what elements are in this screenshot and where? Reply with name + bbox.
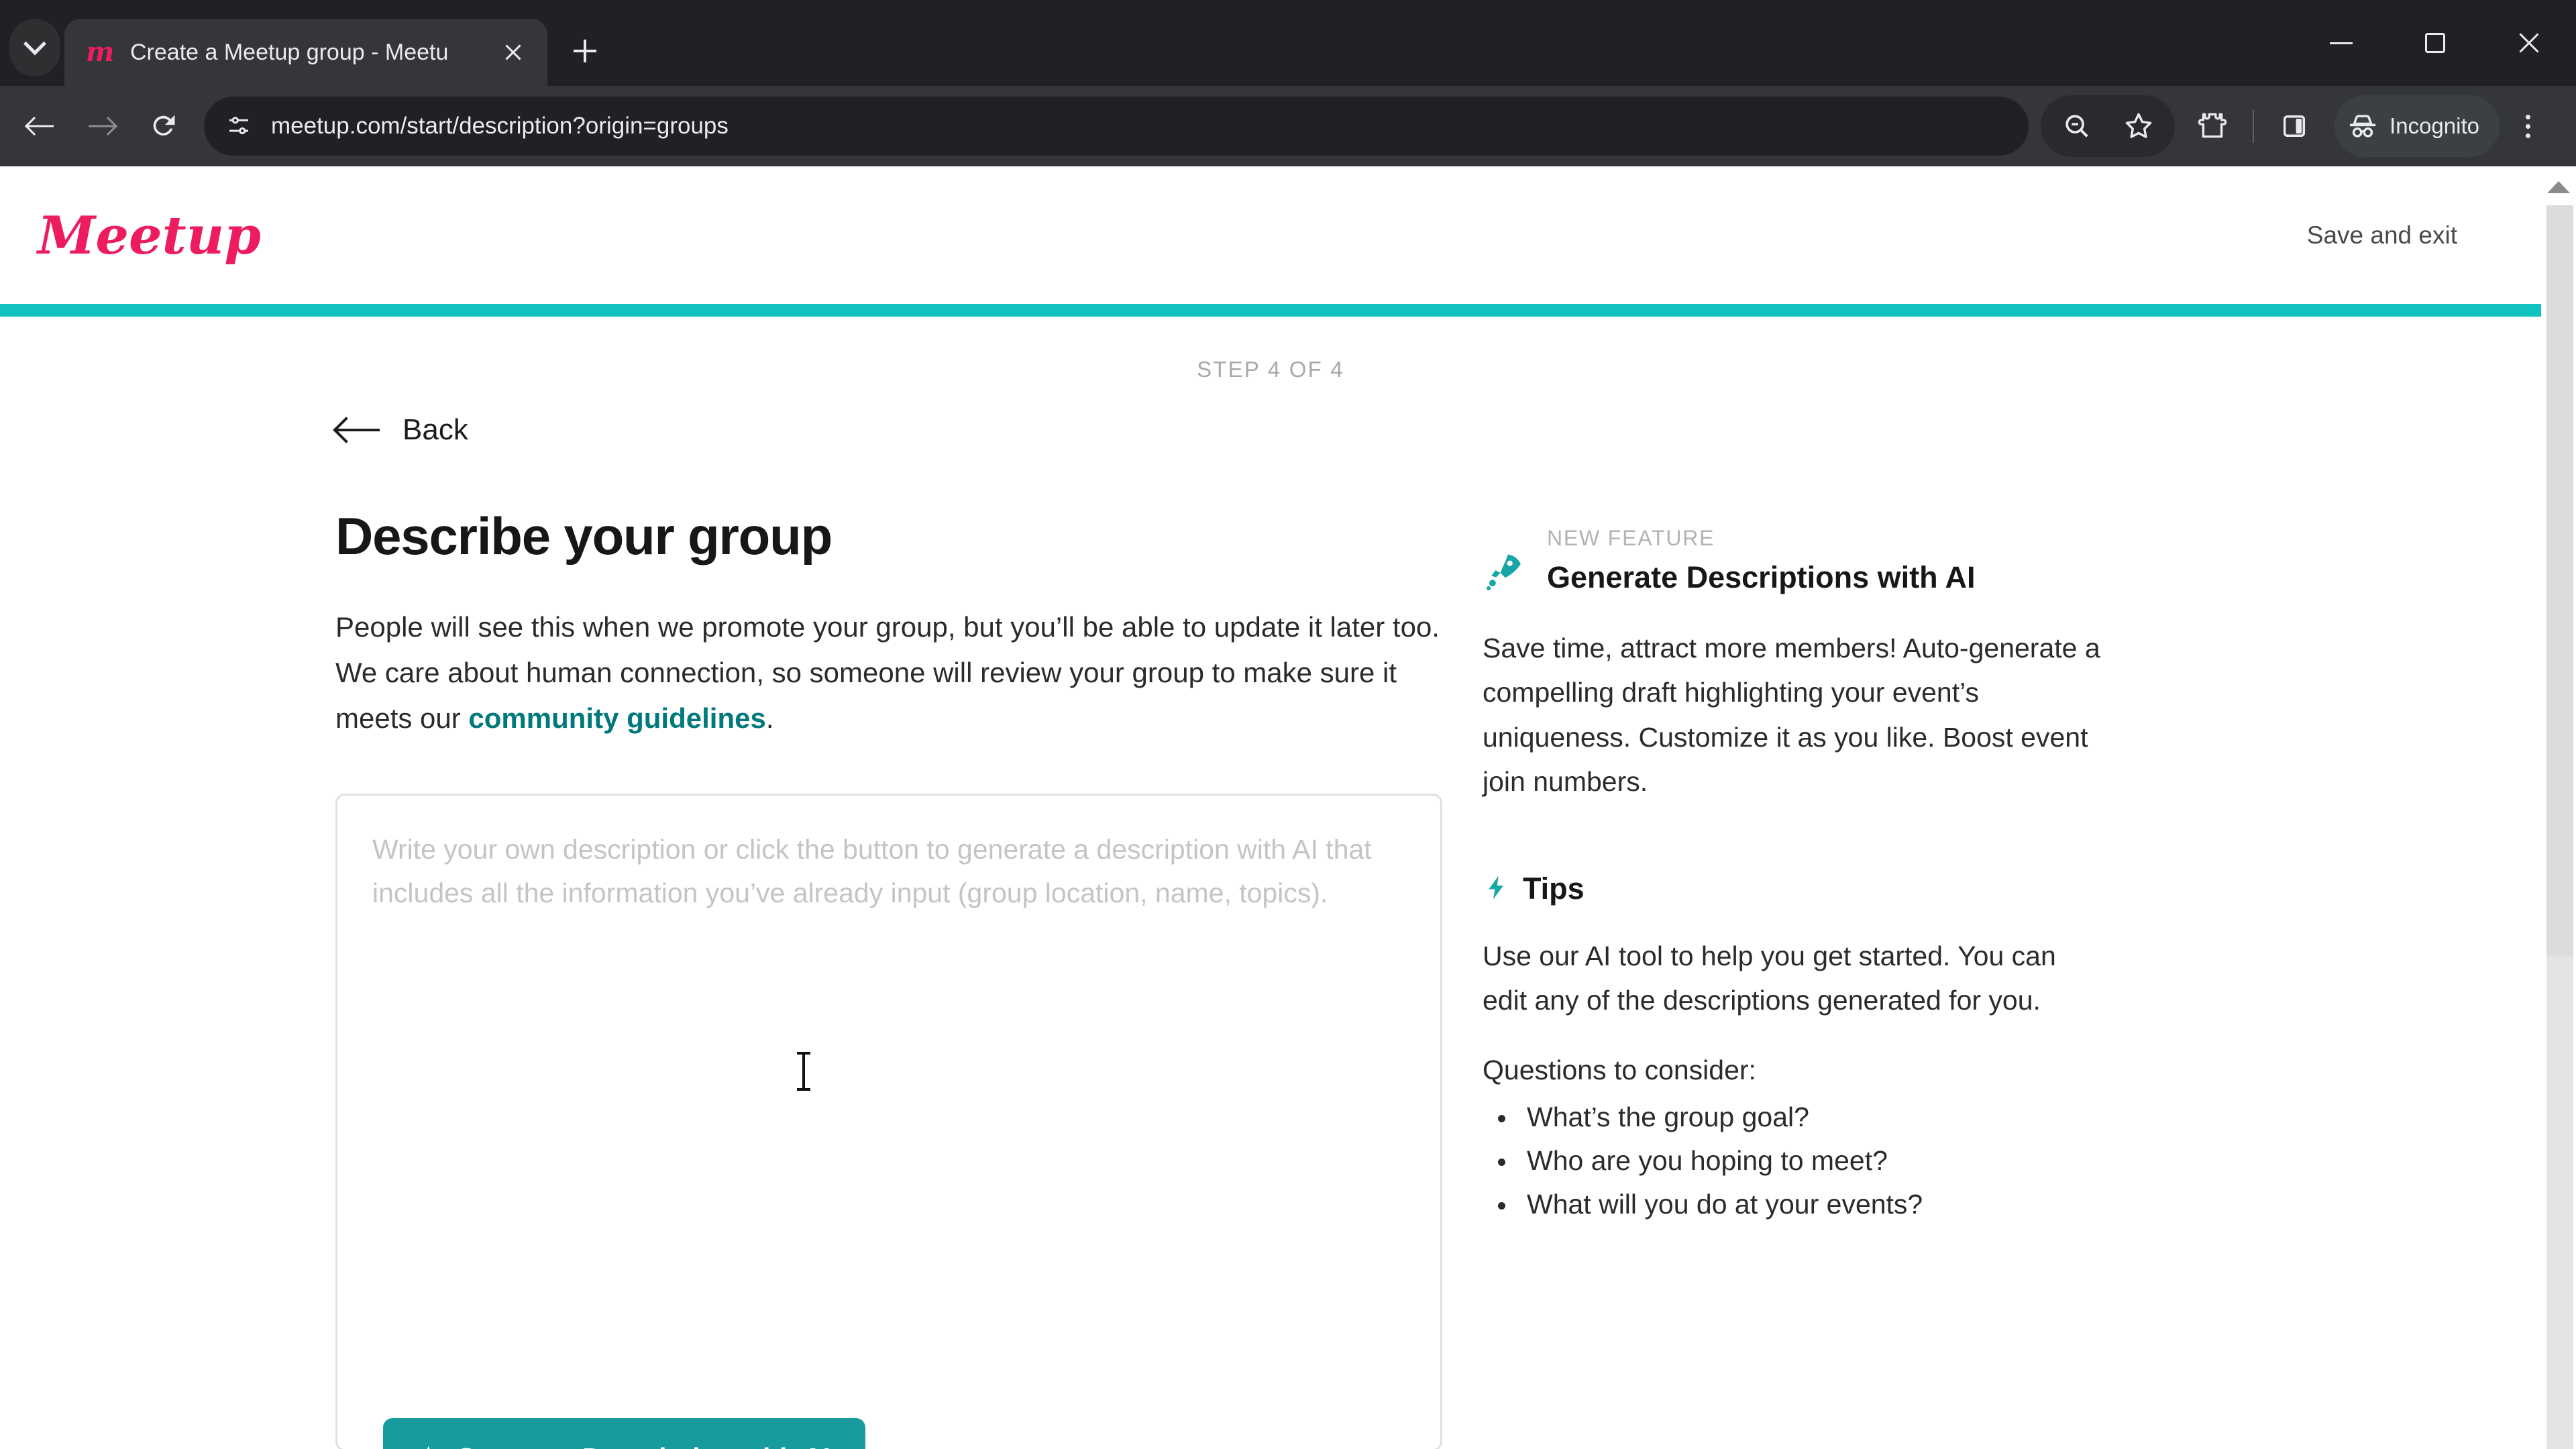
progress-bar: [0, 304, 2541, 317]
toolbar-actions: Incognito: [2041, 95, 2556, 157]
text-cursor: [795, 1051, 812, 1092]
toolbar-divider: [2253, 109, 2255, 143]
window-maximize-button[interactable]: [2388, 0, 2482, 86]
zoom-out-icon: [2065, 115, 2088, 138]
browser-tab[interactable]: m Create a Meetup group - Meetu: [64, 19, 547, 86]
bookmark-button[interactable]: [2108, 95, 2169, 157]
meetup-logo[interactable]: Meetup: [35, 199, 263, 272]
close-icon: [503, 42, 523, 62]
rocket-icon: [1483, 526, 1531, 596]
step-indicator: STEP 4 OF 4: [1197, 357, 1344, 382]
main-column: Back Describe your group People will see…: [0, 413, 1442, 1449]
scrollbar-thumb[interactable]: [2546, 205, 2573, 957]
page-title: Describe your group: [335, 506, 833, 566]
lightning-bolt-icon: [1483, 871, 1511, 907]
three-dot-menu-icon: [2525, 123, 2530, 129]
forward-button[interactable]: [71, 95, 133, 157]
tips-body: Use our AI tool to help you get started.…: [1483, 940, 2056, 1016]
browser-toolbar: meetup.com/start/description?origin=grou…: [0, 86, 2576, 166]
arrow-left-icon: [27, 113, 54, 140]
svg-text:m: m: [86, 38, 114, 67]
chevron-down-icon: [23, 32, 46, 56]
new-tab-button[interactable]: [559, 25, 610, 76]
list-item: What’s the group goal?: [1517, 1104, 2501, 1131]
reload-icon: [153, 115, 175, 136]
arrow-right-icon: [89, 113, 115, 140]
description-textarea-placeholder: Write your own description or click the …: [372, 834, 1372, 908]
address-bar-url: meetup.com/start/description?origin=grou…: [271, 113, 729, 139]
reload-button[interactable]: [133, 95, 195, 157]
svg-text:Meetup: Meetup: [36, 205, 261, 266]
side-panel-button[interactable]: [2263, 95, 2325, 157]
arrow-left-icon: [335, 417, 380, 443]
three-dot-menu-icon: [2525, 133, 2530, 138]
new-feature-title: Generate Descriptions with AI: [1547, 560, 1976, 594]
tab-search-button[interactable]: [9, 19, 60, 76]
page-viewport: Meetup Save and exit STEP 4 OF 4 Back De…: [0, 166, 2576, 1449]
close-icon: [2516, 30, 2542, 56]
side-panel-icon: [2284, 115, 2306, 138]
maximize-icon: [2425, 33, 2445, 53]
zoom-out-button[interactable]: [2046, 95, 2108, 157]
three-dot-menu-icon: [2525, 114, 2530, 119]
puzzle-icon: [2198, 113, 2227, 138]
scroll-up-arrow-icon[interactable]: [2547, 181, 2570, 193]
site-header: Meetup Save and exit: [0, 166, 2541, 304]
browser-menu-button[interactable]: [2500, 95, 2556, 157]
questions-label: Questions to consider:: [1483, 1055, 1756, 1086]
new-feature-eyebrow: NEW FEATURE: [1547, 526, 1715, 550]
plus-icon: [574, 40, 596, 62]
minimize-icon: [2330, 42, 2353, 44]
meetup-page: Meetup Save and exit STEP 4 OF 4 Back De…: [0, 166, 2541, 1449]
sparkle-icon: [427, 1446, 430, 1449]
list-item: Who are you hoping to meet?: [1517, 1147, 2501, 1175]
omnibox-action-pill: [2041, 95, 2176, 157]
page-scrollbar[interactable]: [2541, 166, 2576, 1449]
tips-title: Tips: [1523, 871, 1585, 906]
window-minimize-button[interactable]: [2294, 0, 2388, 86]
description-textarea[interactable]: Write your own description or click the …: [335, 794, 1442, 1449]
tips-heading: Tips: [1483, 871, 2501, 907]
list-item: What will you do at your events?: [1517, 1191, 2501, 1218]
community-guidelines-link[interactable]: community guidelines: [468, 702, 765, 734]
browser-window: m Create a Meetup group - Meetu meetup.c…: [0, 0, 2576, 1449]
back-link[interactable]: Back: [335, 413, 1442, 447]
page-description: People will see this when we promote you…: [335, 604, 1442, 741]
incognito-indicator[interactable]: Incognito: [2334, 95, 2500, 157]
generate-description-button[interactable]: Generate Description with AI: [383, 1418, 865, 1449]
star-icon: [2125, 113, 2152, 138]
lede-text-part2: .: [765, 702, 774, 735]
new-feature-body: Save time, attract more members! Auto-ge…: [1483, 633, 2100, 798]
window-controls: [2294, 0, 2576, 86]
tab-close-button[interactable]: [495, 34, 531, 70]
meetup-m-icon: m: [85, 38, 114, 67]
extensions-button[interactable]: [2182, 95, 2243, 157]
tune-icon[interactable]: [213, 101, 264, 152]
generate-description-button-label: Generate Description with AI: [455, 1442, 830, 1449]
tab-strip: m Create a Meetup group - Meetu: [0, 0, 2576, 86]
back-link-label: Back: [402, 413, 468, 446]
incognito-spy-icon: [2349, 115, 2376, 138]
window-close-button[interactable]: [2482, 0, 2576, 86]
side-panel: NEW FEATURE Generate Descriptions with A…: [1442, 413, 2541, 1449]
save-and-exit-link[interactable]: Save and exit: [2307, 221, 2457, 250]
page-content: Back Describe your group People will see…: [0, 413, 2541, 1449]
tab-title: Create a Meetup group - Meetu: [130, 39, 449, 65]
new-feature-block: NEW FEATURE Generate Descriptions with A…: [1483, 526, 2501, 596]
back-button[interactable]: [9, 95, 71, 157]
address-bar[interactable]: meetup.com/start/description?origin=grou…: [204, 97, 2029, 156]
questions-list: What’s the group goal? Who are you hopin…: [1483, 1104, 2501, 1218]
incognito-label: Incognito: [2390, 113, 2479, 138]
